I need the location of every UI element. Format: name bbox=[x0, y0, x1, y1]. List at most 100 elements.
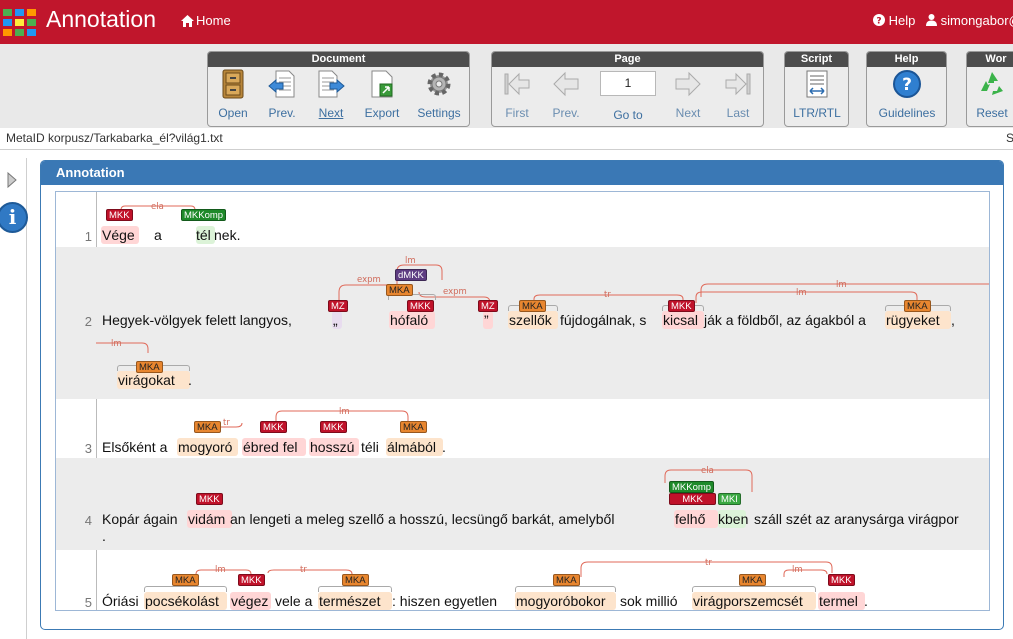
relation-label: lm bbox=[792, 565, 803, 575]
relation-label: lm bbox=[796, 288, 807, 298]
entity-label[interactable]: MKA bbox=[519, 300, 546, 312]
script-group: Script LTR/RTL bbox=[784, 51, 849, 127]
app-title[interactable]: Annotation bbox=[46, 6, 156, 33]
prev-doc-button[interactable]: Prev. bbox=[263, 69, 301, 120]
entity-label[interactable]: MZ bbox=[328, 300, 348, 312]
sentence-row: lm expm expm tr lm lm lm dMKK MKA MKK MZ… bbox=[56, 247, 989, 399]
reset-label: Reset bbox=[976, 106, 1008, 120]
open-label: Open bbox=[218, 106, 248, 120]
info-icon[interactable]: i bbox=[0, 202, 28, 233]
goto-page-button[interactable]: Go to bbox=[608, 101, 648, 122]
token: . bbox=[188, 372, 192, 388]
relation-label: tr bbox=[705, 558, 712, 568]
sentence-row: lm tr tr lm MKA MKK MKA MKA MKA MKK 5 Ór… bbox=[56, 550, 989, 610]
entity-label[interactable]: dMKK bbox=[395, 269, 427, 281]
open-button[interactable]: Open bbox=[214, 69, 252, 120]
help-label: Help bbox=[888, 13, 916, 28]
reset-button[interactable]: Reset bbox=[972, 69, 1012, 120]
next-doc-button[interactable]: Next bbox=[312, 69, 350, 120]
question-circle-icon: ? bbox=[893, 70, 921, 98]
token: : hiszen egyetlen bbox=[392, 593, 498, 609]
home-label: Home bbox=[196, 13, 231, 28]
entity-label[interactable]: MKKomp bbox=[181, 209, 227, 221]
entity-label[interactable]: MKK bbox=[196, 493, 223, 505]
home-icon bbox=[181, 15, 194, 27]
help-group: Help ? Guidelines bbox=[866, 51, 947, 127]
entity-label[interactable]: MKK bbox=[407, 300, 434, 312]
user-label: simongabor@ bbox=[940, 13, 1013, 28]
script-group-title: Script bbox=[785, 52, 848, 67]
guidelines-button[interactable]: ? Guidelines bbox=[873, 69, 941, 120]
cabinet-icon bbox=[222, 69, 244, 99]
doc-prev-icon bbox=[268, 70, 295, 98]
user-menu[interactable]: simongabor@ bbox=[926, 13, 1013, 28]
sentence-row: ela MKK MKKomp MKK MKI 4 Kopár ágain vid… bbox=[56, 458, 989, 550]
entity-label[interactable]: MKK bbox=[260, 421, 287, 433]
relation-label: tr bbox=[223, 418, 230, 428]
help-link[interactable]: ? Help bbox=[873, 13, 915, 28]
ltr-rtl-button[interactable]: LTR/RTL bbox=[789, 69, 845, 120]
next-doc-label: Next bbox=[318, 106, 344, 120]
entity-label[interactable]: MKA bbox=[553, 574, 580, 586]
help-group-title: Help bbox=[867, 52, 946, 67]
work-group-title: Wor bbox=[967, 52, 1013, 67]
last-page-button[interactable]: Last bbox=[720, 69, 756, 120]
settings-button[interactable]: Settings bbox=[414, 69, 464, 120]
next-page-button[interactable]: Next bbox=[670, 69, 706, 120]
settings-label: Settings bbox=[417, 106, 461, 120]
ltr-rtl-label: LTR/RTL bbox=[793, 106, 841, 120]
entity-label[interactable]: MKA bbox=[904, 300, 931, 312]
entity-label[interactable]: MKK bbox=[668, 300, 695, 312]
home-link[interactable]: Home bbox=[181, 13, 231, 28]
expand-arrow-icon[interactable] bbox=[6, 171, 18, 189]
first-page-label: First bbox=[505, 106, 529, 120]
last-page-label: Last bbox=[726, 106, 750, 120]
entity-label[interactable]: MKK bbox=[669, 493, 716, 505]
token: álmából bbox=[387, 439, 437, 455]
entity-label[interactable]: MKK bbox=[238, 574, 265, 586]
prev-page-button[interactable]: Prev. bbox=[548, 69, 584, 120]
entity-label[interactable]: MKA bbox=[386, 284, 413, 296]
token: kicsal bbox=[663, 312, 699, 328]
entity-label[interactable]: MKA bbox=[172, 574, 199, 586]
first-page-button[interactable]: First bbox=[499, 69, 535, 120]
entity-label[interactable]: MKKomp bbox=[669, 481, 715, 493]
text-direction-icon bbox=[806, 70, 828, 98]
annotation-panel: Annotation ela MKK MKKomp 1 Vége a tél n… bbox=[40, 160, 1004, 630]
entity-label[interactable]: MKA bbox=[342, 574, 369, 586]
token: szellők bbox=[509, 312, 552, 328]
token: . bbox=[864, 593, 868, 609]
divider bbox=[0, 149, 1013, 150]
entity-label[interactable]: MKA bbox=[194, 421, 221, 433]
token: tél bbox=[196, 227, 211, 243]
toolbar: Document Open Prev. Next Export Settings… bbox=[0, 44, 1013, 128]
token: „ bbox=[333, 312, 338, 328]
entity-label[interactable]: MKI bbox=[718, 493, 741, 505]
line-number: 5 bbox=[84, 595, 92, 610]
relation-label: lm bbox=[215, 565, 226, 575]
token: an lengeti a meleg szellő a hosszú, lecs… bbox=[230, 511, 615, 527]
token: száll szét az aranysárga virágpor bbox=[754, 511, 959, 527]
page-number-input[interactable]: 1 bbox=[600, 71, 656, 96]
token: hófaló bbox=[390, 312, 429, 328]
doc-next-icon bbox=[318, 70, 345, 98]
panel-title: Annotation bbox=[41, 161, 1003, 185]
line-number: 1 bbox=[84, 229, 92, 244]
entity-label[interactable]: MKK bbox=[320, 421, 347, 433]
app-logo-icon[interactable] bbox=[3, 9, 39, 36]
export-button[interactable]: Export bbox=[361, 69, 403, 120]
entity-label[interactable]: MKA bbox=[400, 421, 427, 433]
entity-label[interactable]: MKK bbox=[828, 574, 855, 586]
entity-label[interactable]: MZ bbox=[478, 300, 498, 312]
entity-label[interactable]: MKK bbox=[106, 209, 133, 221]
file-path-right: S bbox=[1006, 131, 1013, 145]
relation-label: tr bbox=[604, 290, 611, 300]
line-number: 2 bbox=[84, 314, 92, 329]
arrow-right-icon bbox=[675, 71, 701, 97]
token: Kopár ágain bbox=[102, 511, 178, 527]
recycle-icon bbox=[981, 72, 1003, 95]
entity-label[interactable]: MKA bbox=[739, 574, 766, 586]
first-page-icon bbox=[504, 72, 530, 96]
token: sok millió bbox=[620, 593, 678, 609]
page-group: Page First Prev. 1 Go to Next Last bbox=[491, 51, 764, 127]
